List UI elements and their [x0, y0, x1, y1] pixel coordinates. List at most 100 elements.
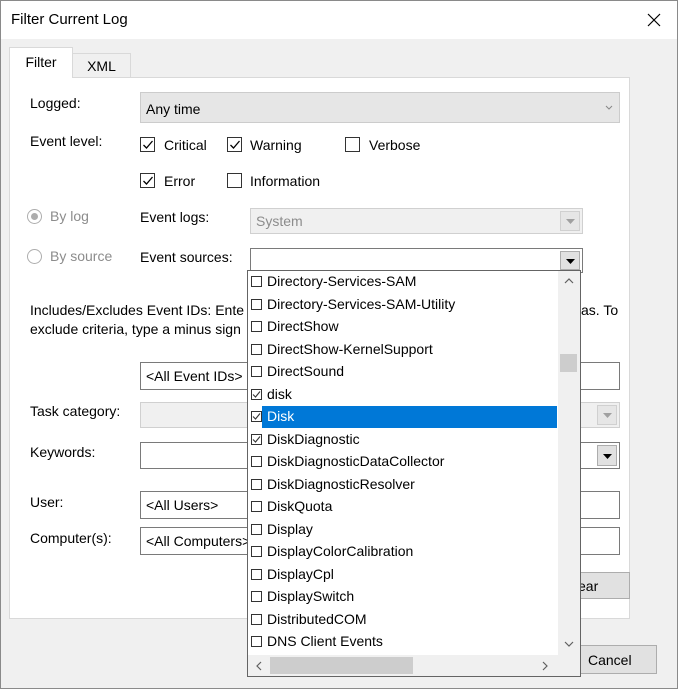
error-label: Error	[164, 173, 196, 189]
event-source-checkbox[interactable]	[251, 456, 262, 467]
event-source-label: DiskDiagnosticResolver	[267, 475, 415, 492]
cancel-label: Cancel	[588, 652, 632, 668]
includes-text-line1-end: as. To	[581, 302, 619, 318]
event-source-item[interactable]: Disk	[248, 406, 558, 429]
selection-highlight	[262, 406, 557, 428]
keywords-dropdown-button[interactable]	[597, 445, 617, 466]
scroll-up-icon	[564, 278, 574, 284]
event-source-checkbox[interactable]	[251, 388, 262, 400]
by-log-label: By log	[50, 208, 89, 224]
event-source-item[interactable]: DNS Client Events	[248, 631, 558, 654]
tab-xml[interactable]: XML	[73, 53, 131, 78]
event-source-checkbox[interactable]	[251, 298, 262, 310]
event-source-label: disk	[267, 385, 292, 402]
scroll-left-icon	[256, 661, 262, 671]
event-source-item[interactable]: Directory-Services-SAM	[248, 271, 558, 294]
event-source-item[interactable]: DirectShow	[248, 316, 558, 339]
logged-label: Logged:	[30, 95, 81, 111]
horizontal-scrollbar[interactable]	[248, 655, 580, 676]
event-source-label: Disk	[267, 408, 295, 424]
event-sources-dropdown-list[interactable]: Directory-Services-SAM Directory-Services…	[247, 270, 581, 677]
event-source-checkbox[interactable]	[251, 546, 262, 557]
triangle-down-icon	[603, 413, 612, 418]
user-value: <All Users>	[146, 497, 219, 513]
event-logs-combo[interactable]: System	[250, 208, 583, 234]
event-source-item[interactable]: DisplayCpl	[248, 564, 558, 587]
warning-checkbox[interactable]	[227, 137, 242, 152]
computer-label: Computer(s):	[30, 530, 112, 546]
task-category-dropdown-button[interactable]	[597, 405, 617, 425]
event-source-item[interactable]: disk	[248, 384, 558, 407]
close-icon	[647, 13, 661, 27]
event-source-item[interactable]: DiskDiagnosticResolver	[248, 474, 558, 497]
scroll-down-icon	[564, 641, 574, 647]
event-source-item[interactable]: Directory-Services-SAM-Utility	[248, 294, 558, 317]
checkmark-icon	[230, 140, 240, 149]
event-sources-label: Event sources:	[140, 249, 233, 265]
task-category-label: Task category:	[30, 403, 121, 419]
vertical-scroll-thumb[interactable]	[560, 354, 577, 372]
event-source-label: Directory-Services-SAM	[267, 273, 417, 289]
verbose-checkbox[interactable]	[345, 137, 360, 152]
event-source-label: DirectSound	[267, 363, 345, 379]
clear-label: ear	[578, 578, 599, 594]
vertical-scrollbar[interactable]	[558, 271, 580, 655]
event-source-item[interactable]: DiskQuota	[248, 496, 558, 519]
event-source-checkbox[interactable]	[251, 613, 262, 625]
event-source-checkbox[interactable]	[251, 366, 262, 377]
includes-text-line1: Includes/Excludes Event IDs: Ente	[30, 302, 244, 318]
event-source-checkbox[interactable]	[251, 591, 262, 602]
event-source-item[interactable]: DisplaySwitch	[248, 586, 558, 609]
event-source-checkbox[interactable]	[251, 321, 262, 332]
event-logs-label: Event logs:	[140, 209, 210, 225]
event-source-checkbox[interactable]	[251, 478, 262, 490]
event-source-item[interactable]: DirectShow-KernelSupport	[248, 339, 558, 362]
event-source-item[interactable]: DisplayColorCalibration	[248, 541, 558, 564]
information-checkbox[interactable]	[227, 173, 242, 188]
scroll-right-icon	[542, 661, 548, 671]
checkmark-icon	[252, 390, 261, 398]
event-logs-value: System	[256, 213, 303, 229]
event-source-label: DiskDiagnosticDataCollector	[267, 453, 445, 469]
tab-filter[interactable]: Filter	[9, 47, 73, 78]
event-source-item[interactable]: Display	[248, 519, 558, 542]
close-button[interactable]	[631, 1, 677, 39]
event-source-item[interactable]: DiskDiagnosticDataCollector	[248, 451, 558, 474]
event-source-checkbox[interactable]	[251, 433, 262, 445]
user-label: User:	[30, 494, 64, 510]
event-source-label: Display	[267, 520, 313, 537]
information-label: Information	[250, 173, 321, 189]
triangle-down-icon	[566, 259, 575, 264]
event-source-label: DisplayColorCalibration	[267, 543, 414, 559]
event-source-item[interactable]: DistributedCOM	[248, 609, 558, 632]
triangle-down-icon	[566, 219, 575, 224]
includes-text-line2: exclude criteria, type a minus sign	[30, 321, 241, 337]
event-source-label: DisplaySwitch	[267, 588, 355, 604]
critical-checkbox[interactable]	[140, 137, 155, 152]
event-source-checkbox[interactable]	[251, 523, 262, 535]
logged-combo[interactable]: Any time	[140, 92, 620, 123]
title-bar: Filter Current Log	[1, 1, 677, 39]
event-source-item[interactable]: DiskDiagnostic	[248, 429, 558, 452]
by-source-radio[interactable]	[27, 249, 42, 264]
event-source-checkbox[interactable]	[251, 568, 262, 580]
event-source-checkbox[interactable]	[251, 343, 262, 355]
event-sources-dropdown-button[interactable]	[560, 251, 580, 270]
error-checkbox[interactable]	[140, 173, 155, 188]
by-log-radio[interactable]	[27, 209, 42, 224]
event-source-checkbox[interactable]	[251, 636, 262, 647]
event-source-label: DirectShow	[267, 318, 339, 334]
event-source-checkbox[interactable]	[251, 411, 262, 422]
event-logs-dropdown-button[interactable]	[560, 211, 580, 231]
verbose-label: Verbose	[369, 137, 421, 153]
horizontal-scroll-thumb[interactable]	[270, 657, 413, 674]
event-source-label: DirectShow-KernelSupport	[267, 340, 433, 357]
event-source-label: DNS Client Events	[267, 633, 383, 649]
by-source-label: By source	[50, 248, 113, 264]
event-source-checkbox[interactable]	[251, 501, 262, 512]
event-source-item[interactable]: DirectSound	[248, 361, 558, 384]
event-source-label: DiskDiagnostic	[267, 430, 360, 447]
event-source-checkbox[interactable]	[251, 276, 262, 287]
event-source-label: DisplayCpl	[267, 565, 334, 582]
window-title: Filter Current Log	[11, 11, 128, 28]
